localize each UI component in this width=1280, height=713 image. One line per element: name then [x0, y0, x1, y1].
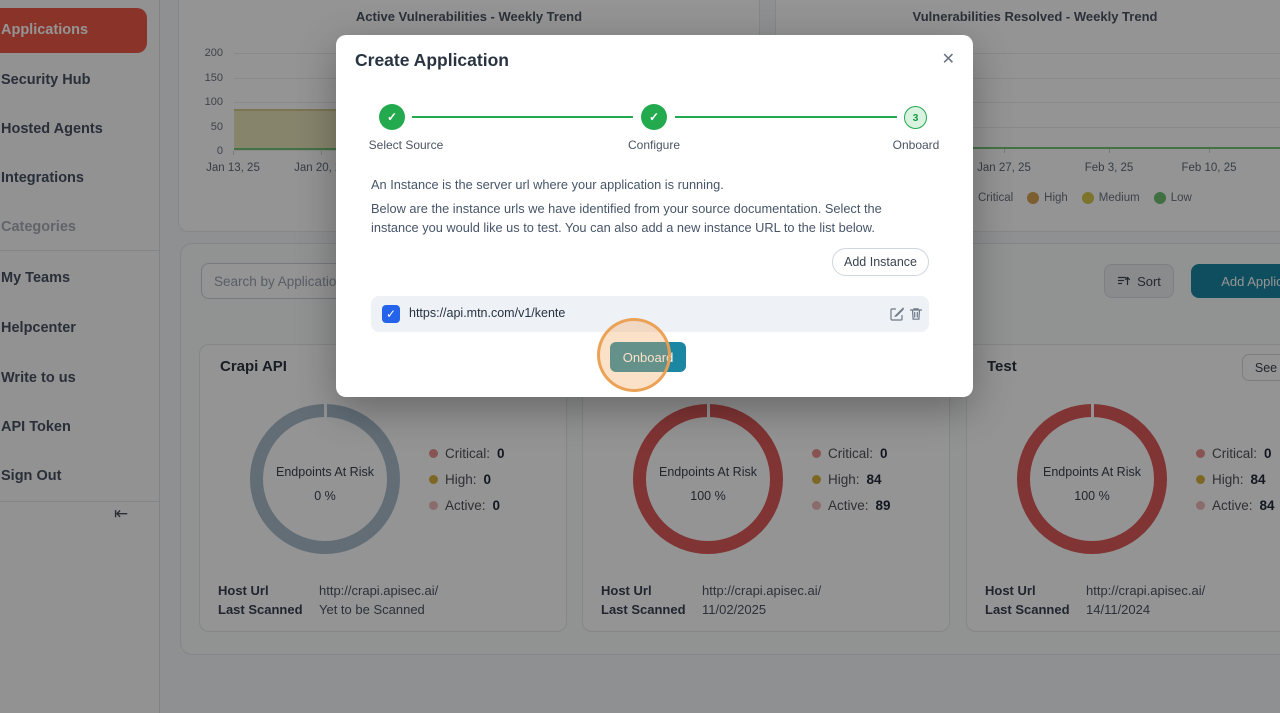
- step-connector: [675, 116, 897, 118]
- app-window: Applications Security Hub Hosted Agents …: [0, 0, 1280, 713]
- step-label-configure: Configure: [627, 138, 681, 152]
- step-label-onboard: Onboard: [892, 138, 940, 152]
- add-instance-button[interactable]: Add Instance: [832, 248, 929, 276]
- modal-title: Create Application: [355, 50, 509, 70]
- instance-checkbox[interactable]: ✓: [382, 305, 400, 323]
- delete-icon[interactable]: [908, 306, 924, 322]
- modal-body-text: Below are the instance urls we have iden…: [371, 201, 882, 235]
- close-icon[interactable]: ✕: [942, 49, 955, 69]
- instance-row: ✓ https://api.mtn.com/v1/kente: [371, 296, 929, 332]
- instance-url: https://api.mtn.com/v1/kente: [409, 306, 566, 320]
- create-application-modal: Create Application ✕ ✓ ✓ 3 Select Source…: [336, 35, 973, 397]
- edit-icon[interactable]: [889, 306, 905, 322]
- step-label-select-source: Select Source: [368, 138, 444, 152]
- step-select-source-circle: ✓: [379, 104, 405, 130]
- step-connector: [412, 116, 633, 118]
- onboard-button[interactable]: Onboard: [610, 342, 686, 372]
- step-configure-circle: ✓: [641, 104, 667, 130]
- modal-intro-text: An Instance is the server url where your…: [371, 177, 724, 192]
- step-onboard-circle: 3: [904, 106, 927, 129]
